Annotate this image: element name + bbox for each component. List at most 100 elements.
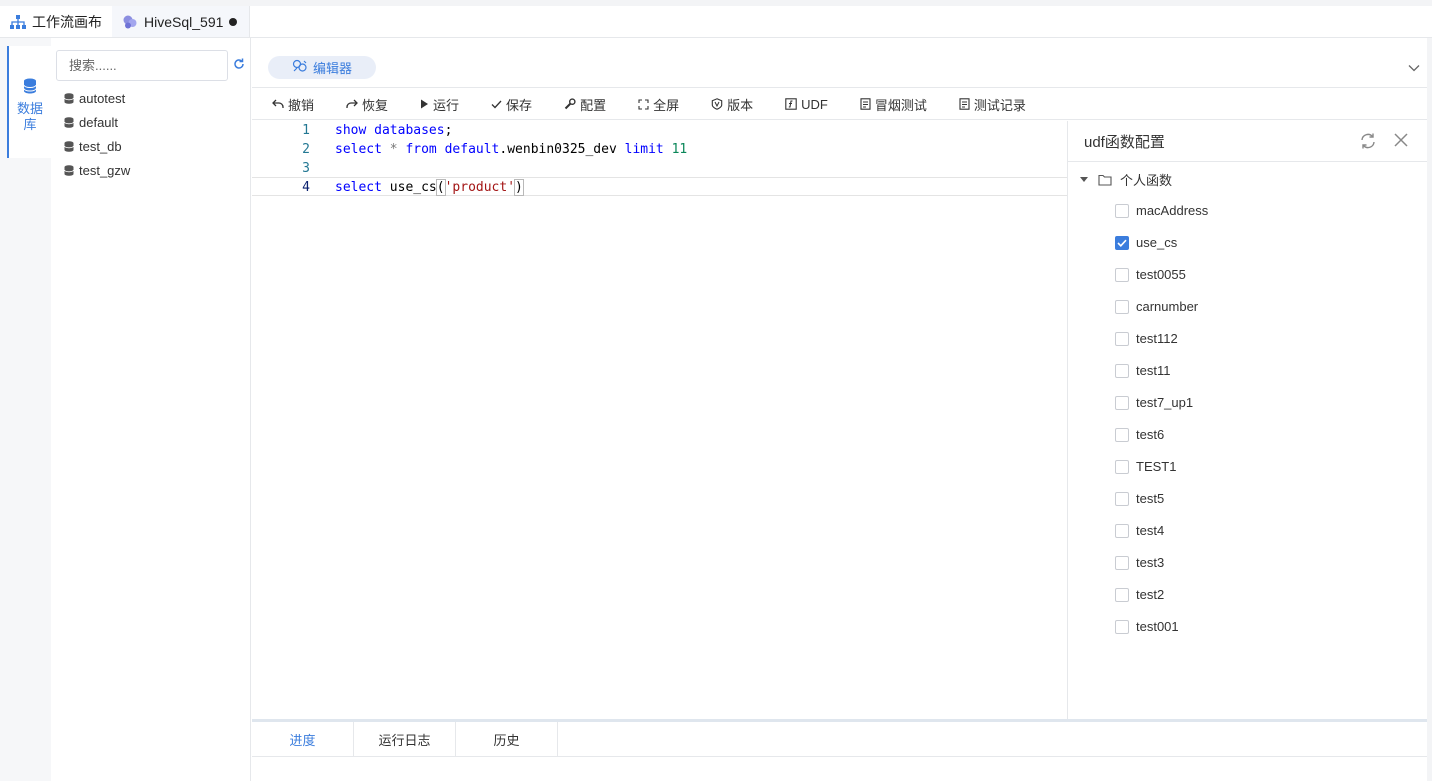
checkbox[interactable] — [1115, 523, 1129, 538]
search-input[interactable] — [56, 50, 228, 81]
checkbox[interactable] — [1115, 555, 1129, 570]
code-token: default — [444, 142, 500, 157]
test-record-button[interactable]: 测试记录 — [959, 95, 1026, 114]
udf-function-item[interactable]: test4 — [1115, 523, 1164, 538]
undo-button[interactable]: 撤销 — [272, 95, 314, 114]
checkbox[interactable] — [1115, 619, 1129, 634]
checkbox[interactable] — [1115, 235, 1129, 250]
udf-function-label: test4 — [1136, 523, 1165, 538]
redo-label: 恢复 — [362, 97, 389, 113]
tab-history[interactable]: 历史 — [456, 722, 558, 757]
tab-strip: 工作流画布 HiveSql_591 — [0, 0, 1432, 38]
folder-label: 个人函数 — [1120, 173, 1173, 188]
function-icon — [785, 98, 797, 110]
check-icon — [491, 100, 502, 108]
editor-header: 编辑器 — [252, 46, 1428, 88]
udf-panel-header: udf函数配置 — [1068, 121, 1427, 162]
tree-folder-personal[interactable]: 个人函数 — [1080, 170, 1172, 189]
smoke-test-button[interactable]: 冒烟测试 — [860, 95, 927, 114]
close-icon[interactable] — [1394, 133, 1408, 150]
config-label: 配置 — [580, 97, 607, 113]
code-token: limit — [624, 142, 664, 157]
udf-function-item[interactable]: test112 — [1115, 331, 1178, 346]
checkbox[interactable] — [1115, 427, 1129, 442]
result-panel: 进度 运行日志 历史 — [252, 719, 1428, 781]
version-button[interactable]: 版本 — [711, 95, 753, 114]
tab-label: 工作流画布 — [32, 13, 102, 30]
tab-label: HiveSql_591 — [144, 13, 224, 30]
udf-function-item[interactable]: test11 — [1115, 363, 1170, 378]
udf-function-item[interactable]: test5 — [1115, 491, 1164, 506]
code-text: select use_cs('product') — [335, 178, 524, 197]
undo-label: 撤销 — [288, 97, 315, 113]
code-editor[interactable]: 1 show databases; 2 select * from defaul… — [252, 121, 1067, 719]
udf-function-item[interactable]: test6 — [1115, 427, 1164, 442]
db-item-label: test_db — [79, 139, 122, 154]
refresh-icon[interactable] — [233, 58, 245, 73]
db-item-label: autotest — [79, 91, 126, 106]
db-item-test-db[interactable]: test_db — [64, 139, 122, 154]
editor-mode-label: 编辑器 — [312, 61, 352, 76]
udf-function-item[interactable]: use_cs — [1115, 235, 1177, 250]
db-item-autotest[interactable]: autotest — [64, 91, 125, 106]
udf-panel: udf函数配置 个人函数 macAddress use_cs test0055 car… — [1067, 121, 1427, 719]
checkbox[interactable] — [1115, 267, 1129, 282]
checkbox[interactable] — [1115, 203, 1129, 218]
code-token: ( — [435, 179, 446, 196]
code-token: select — [335, 180, 382, 195]
config-button[interactable]: 配置 — [564, 95, 606, 114]
code-token: ) — [514, 179, 524, 196]
code-token: 11 — [671, 142, 688, 157]
editor-mode-button[interactable]: 编辑器 — [268, 56, 376, 79]
checkbox[interactable] — [1115, 587, 1129, 602]
tab-workflow-canvas[interactable]: 工作流画布 — [0, 6, 112, 37]
code-token: from — [405, 142, 437, 157]
wrench-icon — [564, 98, 576, 110]
checkbox[interactable] — [1115, 459, 1129, 474]
udf-function-label: macAddress — [1136, 203, 1209, 218]
database-icon — [64, 165, 74, 176]
version-icon — [711, 98, 723, 110]
checkbox[interactable] — [1115, 491, 1129, 506]
code-token: .wenbin0325_dev — [499, 142, 625, 157]
redo-button[interactable]: 恢复 — [346, 95, 388, 114]
check-icon — [1117, 239, 1127, 247]
udf-function-item[interactable]: test7_up1 — [1115, 395, 1193, 410]
udf-function-item[interactable]: test3 — [1115, 555, 1164, 570]
udf-function-item[interactable]: carnumber — [1115, 299, 1198, 314]
udf-function-item[interactable]: macAddress — [1115, 203, 1208, 218]
checkbox[interactable] — [1115, 331, 1129, 346]
caret-down-icon — [1080, 176, 1088, 182]
db-item-default[interactable]: default — [64, 115, 118, 130]
udf-button[interactable]: UDF — [785, 97, 828, 112]
udf-function-item[interactable]: TEST1 — [1115, 459, 1176, 474]
hive-icon — [122, 14, 138, 30]
version-label: 版本 — [727, 97, 754, 113]
left-nav: 数据库 — [0, 38, 51, 781]
save-button[interactable]: 保存 — [491, 95, 532, 114]
run-label: 运行 — [433, 97, 460, 113]
test-record-label: 测试记录 — [973, 97, 1026, 113]
udf-function-label: test5 — [1136, 491, 1165, 506]
chevron-down-icon[interactable] — [1408, 60, 1420, 75]
code-token: select — [335, 142, 382, 157]
checkbox[interactable] — [1115, 363, 1129, 378]
fullscreen-button[interactable]: 全屏 — [638, 95, 679, 114]
code-text: show databases; — [335, 121, 452, 140]
tab-hivesql[interactable]: HiveSql_591 — [112, 6, 251, 37]
tab-run-log[interactable]: 运行日志 — [354, 722, 456, 757]
checkbox[interactable] — [1115, 299, 1129, 314]
refresh-icon[interactable] — [1359, 132, 1377, 153]
db-item-test-gzw[interactable]: test_gzw — [64, 163, 130, 178]
tab-progress[interactable]: 进度 — [252, 722, 354, 757]
checkbox[interactable] — [1115, 395, 1129, 410]
nav-database[interactable]: 数据库 — [7, 46, 51, 158]
run-button[interactable]: 运行 — [420, 95, 459, 114]
udf-function-item[interactable]: test001 — [1115, 619, 1179, 634]
database-panel: autotest default test_db test_gzw — [51, 38, 251, 781]
play-icon — [421, 99, 429, 109]
code-line: 1 show databases; — [252, 121, 1067, 140]
udf-function-item[interactable]: test0055 — [1115, 267, 1186, 282]
udf-function-item[interactable]: test2 — [1115, 587, 1164, 602]
